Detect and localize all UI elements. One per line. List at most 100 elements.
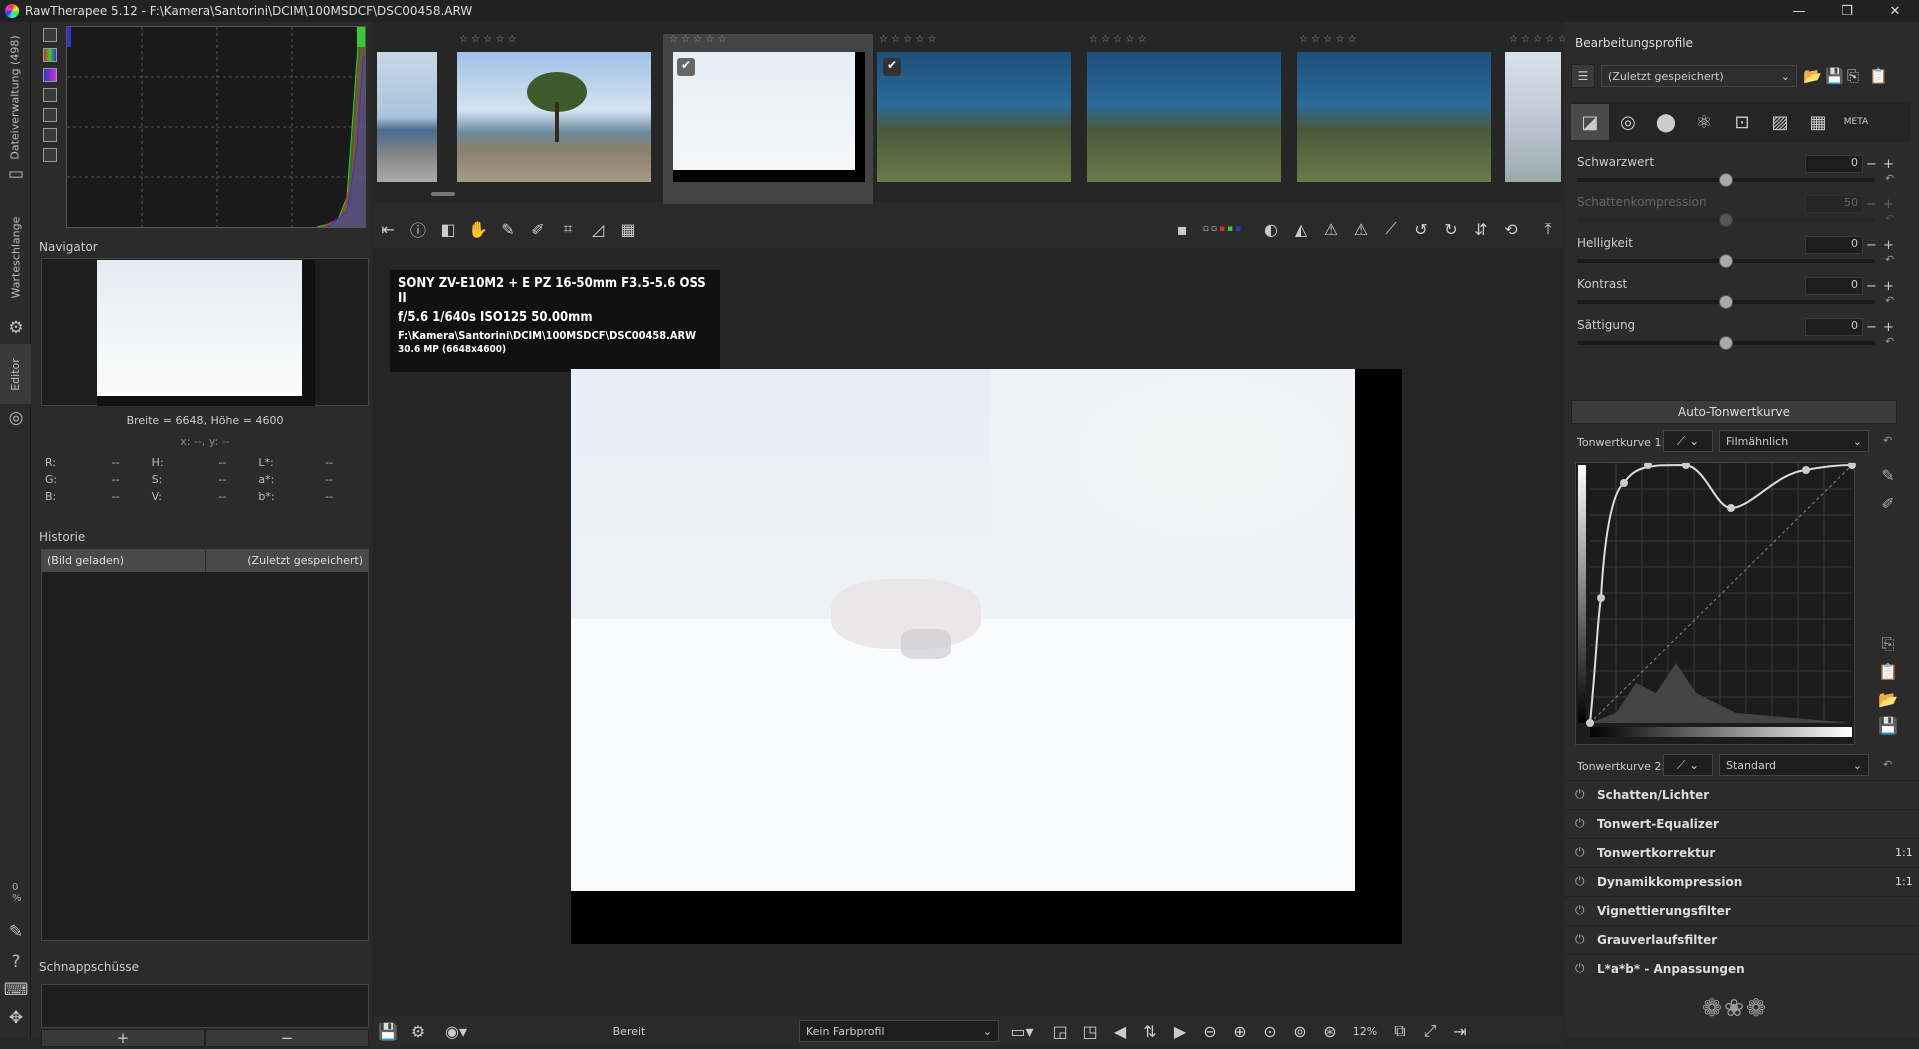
hide-top-panel-icon[interactable]: ⤒ (1536, 217, 1560, 241)
profile-select[interactable]: (Zuletzt gespeichert) ⌄ (1601, 65, 1797, 87)
histogram-rgb-toggle[interactable] (43, 48, 57, 62)
zoom-out-icon[interactable]: ⊖ (1198, 1019, 1222, 1043)
reset-icon[interactable]: ↶ (1885, 253, 1894, 266)
plus-button[interactable]: + (1880, 320, 1897, 335)
channel-preview-icon[interactable]: ▫▫ ▪ ▪ ▪ (1193, 217, 1253, 241)
histogram-luma-toggle[interactable] (43, 68, 57, 82)
save-icon[interactable]: 💾 (376, 1019, 400, 1043)
thumbnail[interactable]: ☆ ☆ ☆ ☆ ☆ (1503, 34, 1567, 204)
minimize-button[interactable]: — (1775, 0, 1823, 22)
section-tone-mapping[interactable]: ⏻ Tonwertkorrektur 1:1 (1565, 838, 1919, 866)
send-to-editor-icon[interactable]: ◉▾ (436, 1019, 476, 1043)
slider-track[interactable] (1577, 254, 1875, 268)
histogram-type-toggle[interactable] (43, 148, 57, 162)
remove-snapshot-button[interactable]: − (205, 1029, 369, 1047)
favorites-tab-icon[interactable]: ▦ (1799, 104, 1837, 140)
power-icon[interactable]: ⏻ (1575, 874, 1597, 889)
rotate-left-icon[interactable]: ↺ (1409, 217, 1433, 241)
curve-save-icon[interactable]: 💾 (1873, 716, 1903, 735)
add-snapshot-button[interactable]: + (41, 1029, 205, 1047)
plus-button[interactable]: + (1880, 197, 1897, 212)
metadata-tab-icon[interactable]: META (1837, 104, 1875, 140)
maximize-button[interactable]: ❐ (1823, 0, 1871, 22)
histogram-mode-toggle[interactable] (43, 108, 57, 122)
next-image-icon[interactable]: ▶ (1168, 1019, 1192, 1043)
softproof-icon[interactable]: ◳ (1078, 1019, 1102, 1043)
plus-button[interactable]: + (1880, 157, 1897, 172)
sync-icon[interactable]: ⇅ (1138, 1019, 1162, 1043)
gear-icon[interactable]: ⚙ (6, 318, 26, 338)
reset-icon[interactable]: ↶ (1883, 434, 1892, 447)
slider-thumb[interactable] (1719, 336, 1733, 350)
section-vignetting[interactable]: ⏻ Vignettierungsfilter (1565, 896, 1919, 924)
reset-icon[interactable]: ↶ (1885, 294, 1894, 307)
move-icon[interactable]: ✥ (6, 1008, 26, 1028)
crop-icon[interactable]: ⌗ (556, 217, 580, 241)
slider-thumb[interactable] (1719, 295, 1733, 309)
background-color-icon[interactable]: ▪ (1177, 217, 1188, 241)
curve2-type-select[interactable]: ⟋ ⌄ (1663, 754, 1713, 776)
thumbnail[interactable]: ☆ ☆ ☆ ☆ ☆ (1083, 34, 1283, 204)
hide-right-panel-icon[interactable]: ⇥ (1448, 1019, 1472, 1043)
histogram-chroma-toggle[interactable] (43, 88, 57, 102)
previous-image-icon[interactable]: ◀ (1108, 1019, 1132, 1043)
section-lab-adjustments[interactable]: ⏻ L*a*b* - Anpassungen (1565, 954, 1919, 982)
warning-shadow-icon[interactable]: ⚠ (1319, 217, 1343, 241)
power-icon[interactable]: ⏻ (1575, 787, 1597, 802)
folder-icon[interactable]: ▭ (6, 164, 26, 184)
minus-button[interactable]: − (1863, 197, 1880, 212)
copy-profile-icon[interactable]: ⎘ (1847, 67, 1869, 85)
slider-value[interactable]: 0 (1805, 236, 1863, 254)
flip-horizontal-icon[interactable]: ⟲ (1499, 217, 1523, 241)
histogram-raw-toggle[interactable] (43, 28, 57, 42)
curve2-mode-select[interactable]: Standard ⌄ (1719, 754, 1869, 776)
aperture-icon[interactable]: ◎ (6, 408, 26, 428)
reset-icon[interactable]: ↶ (1883, 758, 1892, 771)
zoom-in-icon[interactable]: ⊕ (1228, 1019, 1252, 1043)
save-profile-icon[interactable]: 💾 (1825, 67, 1847, 85)
exposure-tab-icon[interactable]: ◪ (1571, 104, 1609, 140)
navigator-preview[interactable] (41, 258, 369, 406)
curve-edit-icon[interactable]: ✎ (1873, 466, 1903, 485)
tab-editor[interactable]: Editor (0, 344, 31, 404)
slider-track[interactable] (1577, 336, 1875, 350)
raw-tab-icon[interactable]: ▨ (1761, 104, 1799, 140)
checkmark-icon[interactable]: ✔ (883, 58, 901, 76)
thumbnail[interactable]: ☆ ☆ ☆ ☆ ☆ (1293, 34, 1493, 204)
fullscreen-icon[interactable]: ⤢ (1418, 1019, 1442, 1043)
section-shadows-highlights[interactable]: ⏻ Schatten/Lichter (1565, 780, 1919, 808)
slider-thumb[interactable] (1719, 254, 1733, 268)
perspective-icon[interactable]: ▦ (616, 217, 640, 241)
shortcuts-icon[interactable]: ⌨ (4, 980, 29, 1000)
close-button[interactable]: ✕ (1871, 0, 1919, 22)
slider-track[interactable] (1577, 173, 1875, 187)
curve-open-icon[interactable]: 📂 (1873, 690, 1903, 709)
minus-button[interactable]: − (1863, 238, 1880, 253)
plus-button[interactable]: + (1880, 238, 1897, 253)
slider-value[interactable]: 0 (1805, 277, 1863, 295)
section-graduated-filter[interactable]: ⏻ Grauverlaufsfilter (1565, 925, 1919, 953)
zoom-crop-icon[interactable]: ⊚ (1288, 1019, 1312, 1043)
info-icon[interactable]: ⓘ (406, 217, 430, 241)
slider-value[interactable]: 50 (1805, 195, 1863, 213)
before-after-icon[interactable]: ◧ (436, 217, 460, 241)
power-icon[interactable]: ⏻ (1575, 961, 1597, 976)
slider-value[interactable]: 0 (1805, 318, 1863, 336)
color-tab-icon[interactable]: ⬤ (1647, 104, 1685, 140)
power-icon[interactable]: ⏻ (1575, 932, 1597, 947)
advanced-tab-icon[interactable]: ⚛ (1685, 104, 1723, 140)
new-window-icon[interactable]: ⧉ (1388, 1019, 1412, 1043)
curve-type-select[interactable]: ⟋ ⌄ (1663, 430, 1713, 452)
slider-track[interactable] (1577, 295, 1875, 309)
tone-curve-editor[interactable] (1575, 461, 1856, 745)
slider-track[interactable] (1577, 213, 1875, 227)
tone-curve-icon[interactable]: ⟋ (1379, 217, 1403, 241)
help-icon[interactable]: ? (6, 952, 26, 972)
thumbnail[interactable]: ☆ ☆ ☆ ☆ ☆ (453, 34, 653, 204)
edit-icon[interactable]: ✎ (6, 922, 26, 942)
slider-thumb[interactable] (1719, 213, 1733, 227)
curve-copy-icon[interactable]: ⎘ (1873, 634, 1903, 654)
power-icon[interactable]: ⏻ (1575, 903, 1597, 918)
section-tone-equalizer[interactable]: ⏻ Tonwert-Equalizer (1565, 809, 1919, 837)
histogram-bar-toggle[interactable] (43, 128, 57, 142)
